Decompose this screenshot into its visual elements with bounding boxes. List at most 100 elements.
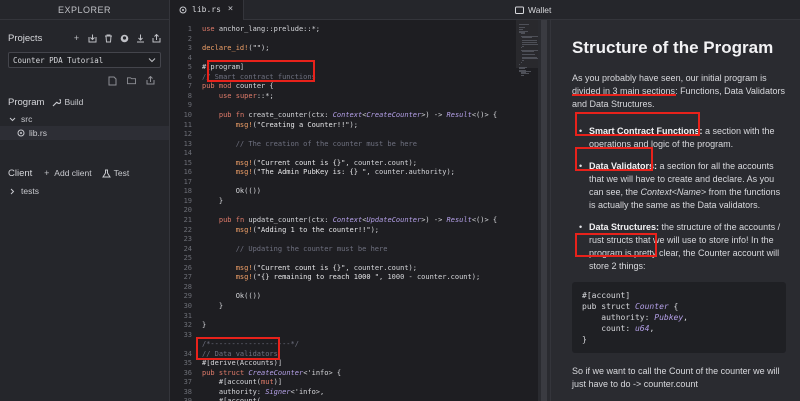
- code-line[interactable]: 35 #[derive(Accounts)]: [170, 358, 550, 368]
- code-line[interactable]: 5 #[program]: [170, 62, 550, 72]
- code-line[interactable]: 3 declare_id!("");: [170, 43, 550, 53]
- share-icon[interactable]: [152, 33, 161, 43]
- code-line[interactable]: 18 Ok(()): [170, 186, 550, 196]
- code-line[interactable]: 19 }: [170, 196, 550, 206]
- client-header: Client + Add client Test: [0, 162, 169, 184]
- wrench-icon: [52, 98, 62, 107]
- line-number: 6: [187, 72, 192, 81]
- code-line[interactable]: 26 msg!("Current count is {}", counter.c…: [170, 263, 550, 273]
- code-area[interactable]: 1 use anchor_lang::prelude::*; 2 3 declare_i…: [170, 20, 550, 401]
- tree-folder-src-label: src: [21, 114, 33, 124]
- add-client-button[interactable]: + Add client: [42, 168, 91, 178]
- line-text: }: [202, 321, 207, 330]
- tab-lib-rs[interactable]: lib.rs ×: [170, 0, 244, 20]
- line-number: 31: [183, 311, 192, 320]
- code-line[interactable]: 32}: [170, 320, 550, 330]
- list-item-functions: Smart Contract Functions: a section with…: [572, 125, 786, 151]
- file-icon[interactable]: [108, 76, 117, 85]
- line-number: 38: [183, 387, 192, 396]
- line-number: 11: [183, 120, 192, 129]
- line-text: #[account(mut)]: [202, 378, 283, 387]
- code-line[interactable]: 23: [170, 234, 550, 244]
- code-line[interactable]: 36 pub struct CreateCounter<'info> {: [170, 368, 550, 378]
- minimap-line: [519, 26, 525, 28]
- code-line[interactable]: 30 }: [170, 301, 550, 311]
- code-line[interactable]: 25: [170, 253, 550, 263]
- code-line[interactable]: 13 // The creation of the counter must b…: [170, 139, 550, 149]
- tutorial-scrollbar[interactable]: [538, 20, 550, 401]
- code-line[interactable]: 7 pub mod counter {: [170, 81, 550, 91]
- tree-folder-tests[interactable]: tests: [0, 184, 169, 198]
- download-icon[interactable]: [136, 34, 145, 43]
- code-line[interactable]: 4: [170, 53, 550, 63]
- chevron-down-icon: [147, 56, 156, 65]
- build-button[interactable]: Build: [52, 97, 83, 107]
- line-number: 36: [183, 368, 192, 377]
- code-line[interactable]: 31: [170, 311, 550, 321]
- list-item-validators: Data Validators: a section for all the a…: [572, 160, 786, 212]
- code-line[interactable]: 10 pub fn create_counter(ctx: Context<Cr…: [170, 110, 550, 120]
- code-line[interactable]: 29 Ok(()): [170, 291, 550, 301]
- minimap-line: [522, 39, 538, 41]
- line-number: 14: [183, 149, 192, 158]
- code-line[interactable]: 34 // Data validators: [170, 349, 550, 359]
- code-line[interactable]: 17: [170, 177, 550, 187]
- trash-icon[interactable]: [104, 34, 113, 43]
- line-text: msg!("Adding 1 to the counter!!");: [235, 225, 380, 234]
- code-line[interactable]: 1 use anchor_lang::prelude::*;: [170, 24, 550, 34]
- rust-file-icon: [178, 5, 187, 14]
- code-line[interactable]: 38 authority: Signer<'info>,: [170, 387, 550, 397]
- code-line[interactable]: 14: [170, 148, 550, 158]
- code-line[interactable]: 16 msg!("The Admin PubKey is: {} ", coun…: [170, 167, 550, 177]
- code-line[interactable]: 37 #[account(mut)]: [170, 377, 550, 387]
- line-text: msg!("Current count is {}", counter.coun…: [235, 158, 417, 167]
- line-number: 30: [183, 301, 192, 310]
- code-line[interactable]: 28: [170, 282, 550, 292]
- upload-icon[interactable]: [146, 76, 155, 85]
- add-icon[interactable]: +: [72, 33, 81, 43]
- code-line[interactable]: 12: [170, 129, 550, 139]
- line-number: 20: [183, 206, 192, 215]
- line-text: // Smart contract functions: [202, 72, 316, 81]
- line-text: authority: Signer<'info>,: [202, 387, 325, 396]
- code-line[interactable]: 20: [170, 205, 550, 215]
- code-line[interactable]: /*-------------------*/: [170, 339, 550, 349]
- project-select[interactable]: Counter PDA Tutorial: [8, 52, 161, 68]
- minimap-line: [522, 53, 535, 55]
- line-text: pub struct CreateCounter<'info> {: [202, 368, 342, 377]
- test-button[interactable]: Test: [101, 168, 130, 178]
- wallet-tab[interactable]: Wallet: [509, 0, 800, 20]
- folder-icon[interactable]: [127, 76, 136, 85]
- code-line[interactable]: 11 msg!("Creating a Counter!!");: [170, 120, 550, 130]
- line-text: use anchor_lang::prelude::*;: [202, 25, 321, 33]
- code-line[interactable]: 33: [170, 330, 550, 340]
- line-number: 9: [187, 101, 192, 110]
- code-line[interactable]: 21 pub fn update_counter(ctx: Context<Up…: [170, 215, 550, 225]
- code-line[interactable]: 39 #[account(: [170, 396, 550, 401]
- code-line[interactable]: 8 use super::*;: [170, 91, 550, 101]
- scrollbar-thumb[interactable]: [541, 20, 547, 401]
- tutorial-panel: Structure of the Program As you probably…: [550, 20, 800, 401]
- code-line[interactable]: 6 // Smart contract functions: [170, 72, 550, 82]
- explorer-title: EXPLORER: [0, 0, 169, 20]
- minimap-line: [519, 24, 529, 25]
- code-line[interactable]: 22 msg!("Adding 1 to the counter!!");: [170, 225, 550, 235]
- test-label: Test: [113, 168, 130, 178]
- line-number: 2: [187, 34, 192, 43]
- code-line[interactable]: 24 // Updating the counter must be here: [170, 244, 550, 254]
- line-number: 32: [183, 321, 192, 330]
- line-number: 34: [183, 349, 192, 358]
- close-icon[interactable]: ×: [226, 5, 235, 14]
- import-icon[interactable]: [88, 34, 97, 43]
- github-icon[interactable]: [120, 34, 129, 43]
- minimap-line: [522, 37, 533, 38]
- code-line[interactable]: 2: [170, 34, 550, 44]
- code-line[interactable]: 15 msg!("Current count is {}", counter.c…: [170, 158, 550, 168]
- tree-folder-src[interactable]: src: [0, 112, 169, 126]
- tutorial-intro: As you probably have seen, our initial p…: [572, 73, 785, 109]
- minimap-line: [520, 74, 525, 76]
- tree-file-lib-rs[interactable]: lib.rs: [0, 126, 169, 140]
- code-line[interactable]: 27 msg!("{} remaining to reach 1000 ", 1…: [170, 272, 550, 282]
- line-text: msg!("Creating a Counter!!");: [235, 120, 358, 129]
- code-line[interactable]: 9: [170, 100, 550, 110]
